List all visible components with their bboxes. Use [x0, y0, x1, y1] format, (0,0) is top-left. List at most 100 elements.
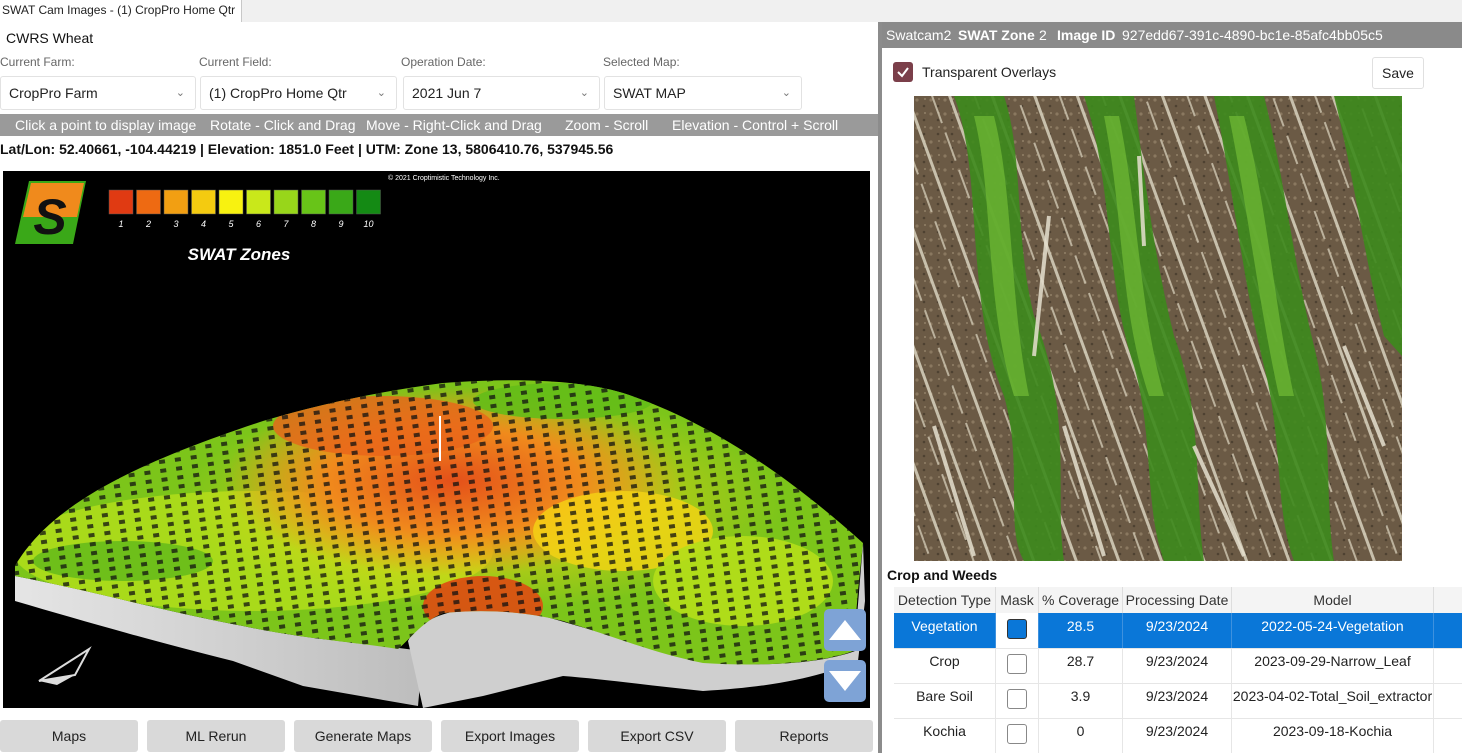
- instruction-click: Click a point to display image: [15, 117, 197, 133]
- legend-label: 7: [283, 219, 289, 229]
- cell-coverage: 28.7: [1039, 648, 1123, 683]
- map-copyright: © 2021 Croptimistic Technology Inc.: [388, 174, 500, 182]
- cell-model: 2023-04-02-Total_Soil_extractor: [1232, 683, 1434, 718]
- map-dropdown[interactable]: SWAT MAP ⌄: [604, 76, 802, 110]
- col-coverage[interactable]: % Coverage: [1039, 587, 1123, 613]
- legend-label: 9: [338, 219, 343, 229]
- col-model[interactable]: Model: [1232, 587, 1434, 613]
- swat-logo: S: [15, 181, 86, 245]
- elevation-up-button[interactable]: [824, 609, 866, 651]
- legend-swatch: [108, 189, 134, 215]
- legend-label: 10: [363, 219, 373, 229]
- legend-label: 2: [145, 219, 151, 229]
- instruction-rotate: Rotate - Click and Drag: [210, 117, 356, 133]
- cell-model: 2023-09-18-Kochia: [1232, 718, 1434, 753]
- table-row[interactable]: Kochia 0 9/23/2024 2023-09-18-Kochia: [894, 718, 1462, 753]
- mask-checkbox[interactable]: [1007, 619, 1027, 639]
- section-title: Crop and Weeds: [887, 567, 998, 583]
- cell-mask: [996, 613, 1039, 648]
- farm-dropdown[interactable]: CropPro Farm ⌄: [0, 76, 196, 110]
- table-row[interactable]: Vegetation 28.5 9/23/2024 2022-05-24-Vegeta…: [894, 613, 1462, 649]
- compass-icon: [38, 646, 92, 685]
- legend-swatch: [356, 189, 381, 215]
- legend-label: 4: [201, 219, 206, 229]
- mask-checkbox[interactable]: [1007, 654, 1027, 674]
- reports-button[interactable]: Reports: [735, 720, 873, 752]
- check-icon: [897, 67, 909, 78]
- legend-label: 8: [311, 219, 316, 229]
- legend-swatch: [218, 189, 244, 215]
- table-row[interactable]: Crop 28.7 9/23/2024 2023-09-29-Narrow_Leaf: [894, 648, 1462, 684]
- legend-swatch: [163, 189, 189, 215]
- cell-coverage: 0: [1039, 718, 1123, 753]
- cell-detection-type: Crop: [894, 648, 996, 683]
- cell-processing-date: 9/23/2024: [1123, 683, 1232, 718]
- logo-letter: S: [33, 189, 66, 245]
- map-canvas[interactable]: © 2021 Croptimistic Technology Inc. S 1 2…: [3, 171, 870, 708]
- elevation-down-button[interactable]: [824, 660, 866, 702]
- legend-swatch: [301, 189, 326, 215]
- transparent-overlays-checkbox[interactable]: [893, 62, 913, 82]
- window-tabbar: SWAT Cam Images - (1) CropPro Home Qtr: [0, 0, 1462, 23]
- instruction-move: Move - Right-Click and Drag: [366, 117, 542, 133]
- detection-table: Detection Type Mask % Coverage Processin…: [894, 587, 1462, 753]
- chevron-down-icon: ⌄: [781, 87, 791, 99]
- date-dropdown[interactable]: 2021 Jun 7 ⌄: [403, 76, 600, 110]
- legend-swatch: [273, 189, 299, 215]
- save-button[interactable]: Save: [1372, 57, 1424, 89]
- cell-model: 2022-05-24-Vegetation: [1232, 613, 1434, 648]
- col-processing-date[interactable]: Processing Date: [1123, 587, 1232, 613]
- mask-checkbox[interactable]: [1007, 724, 1027, 744]
- legend-label: 1: [118, 219, 123, 229]
- instructions-bar: Click a point to display image Rotate - …: [0, 114, 878, 136]
- crop-name: CWRS Wheat: [6, 30, 94, 46]
- date-value: 2021 Jun 7: [412, 85, 482, 101]
- image-id-value: 927edd67-391c-4890-bc1e-85afc4bb05c5: [1122, 27, 1383, 43]
- cell-processing-date: 9/23/2024: [1123, 613, 1232, 648]
- map-title: SWAT Zones: [188, 245, 291, 264]
- export-images-button[interactable]: Export Images: [441, 720, 579, 752]
- cell-model: 2023-09-29-Narrow_Leaf: [1232, 648, 1434, 683]
- col-detection-type[interactable]: Detection Type: [894, 587, 996, 613]
- instruction-elevation: Elevation - Control + Scroll: [672, 117, 839, 133]
- table-row[interactable]: Bare Soil 3.9 9/23/2024 2023-04-02-Total_So…: [894, 683, 1462, 719]
- transparent-overlays-label: Transparent Overlays: [922, 64, 1057, 80]
- legend-swatch: [191, 189, 216, 215]
- zone-legend: 1 2 3 4 5 6 7 8 9 10: [108, 189, 381, 229]
- cell-processing-date: 9/23/2024: [1123, 648, 1232, 683]
- cell-mask: [996, 718, 1039, 753]
- cell-detection-type: Bare Soil: [894, 683, 996, 718]
- legend-label: 5: [228, 219, 234, 229]
- image-header: Swatcam2 SWAT Zone 2 Image ID 927edd67-3…: [882, 22, 1462, 48]
- maps-button[interactable]: Maps: [0, 720, 138, 752]
- map-value: SWAT MAP: [613, 85, 686, 101]
- left-pane: CWRS Wheat Current Farm: Current Field: …: [0, 22, 878, 753]
- zone-label: SWAT Zone: [958, 27, 1035, 43]
- ml-rerun-button[interactable]: ML Rerun: [147, 720, 285, 752]
- legend-swatch: [246, 189, 271, 215]
- cell-mask: [996, 683, 1039, 718]
- window-tab[interactable]: SWAT Cam Images - (1) CropPro Home Qtr: [0, 0, 243, 22]
- cell-detection-type: Kochia: [894, 718, 996, 753]
- image-id-label: Image ID: [1057, 27, 1116, 43]
- field-dropdown[interactable]: (1) CropPro Home Qtr ⌄: [200, 76, 397, 110]
- zone-value: 2: [1039, 27, 1047, 43]
- field-label: Current Field:: [199, 55, 272, 69]
- export-csv-button[interactable]: Export CSV: [588, 720, 726, 752]
- legend-swatch: [328, 189, 354, 215]
- legend-swatch: [136, 189, 161, 215]
- mask-checkbox[interactable]: [1007, 689, 1027, 709]
- cell-coverage: 28.5: [1039, 613, 1123, 648]
- action-button-row: Maps ML Rerun Generate Maps Export Image…: [0, 720, 878, 753]
- table-header: Detection Type Mask % Coverage Processin…: [894, 587, 1462, 614]
- chevron-down-icon: ⌄: [579, 87, 589, 99]
- col-mask[interactable]: Mask: [996, 587, 1039, 613]
- crop-photo: [914, 96, 1402, 561]
- legend-label: 6: [256, 219, 261, 229]
- instruction-zoom: Zoom - Scroll: [565, 117, 649, 133]
- generate-maps-button[interactable]: Generate Maps: [294, 720, 432, 752]
- field-value: (1) CropPro Home Qtr: [209, 85, 347, 101]
- cell-processing-date: 9/23/2024: [1123, 718, 1232, 753]
- map-label: Selected Map:: [603, 55, 680, 69]
- map-viewport[interactable]: © 2021 Croptimistic Technology Inc. S 1 2…: [3, 171, 870, 708]
